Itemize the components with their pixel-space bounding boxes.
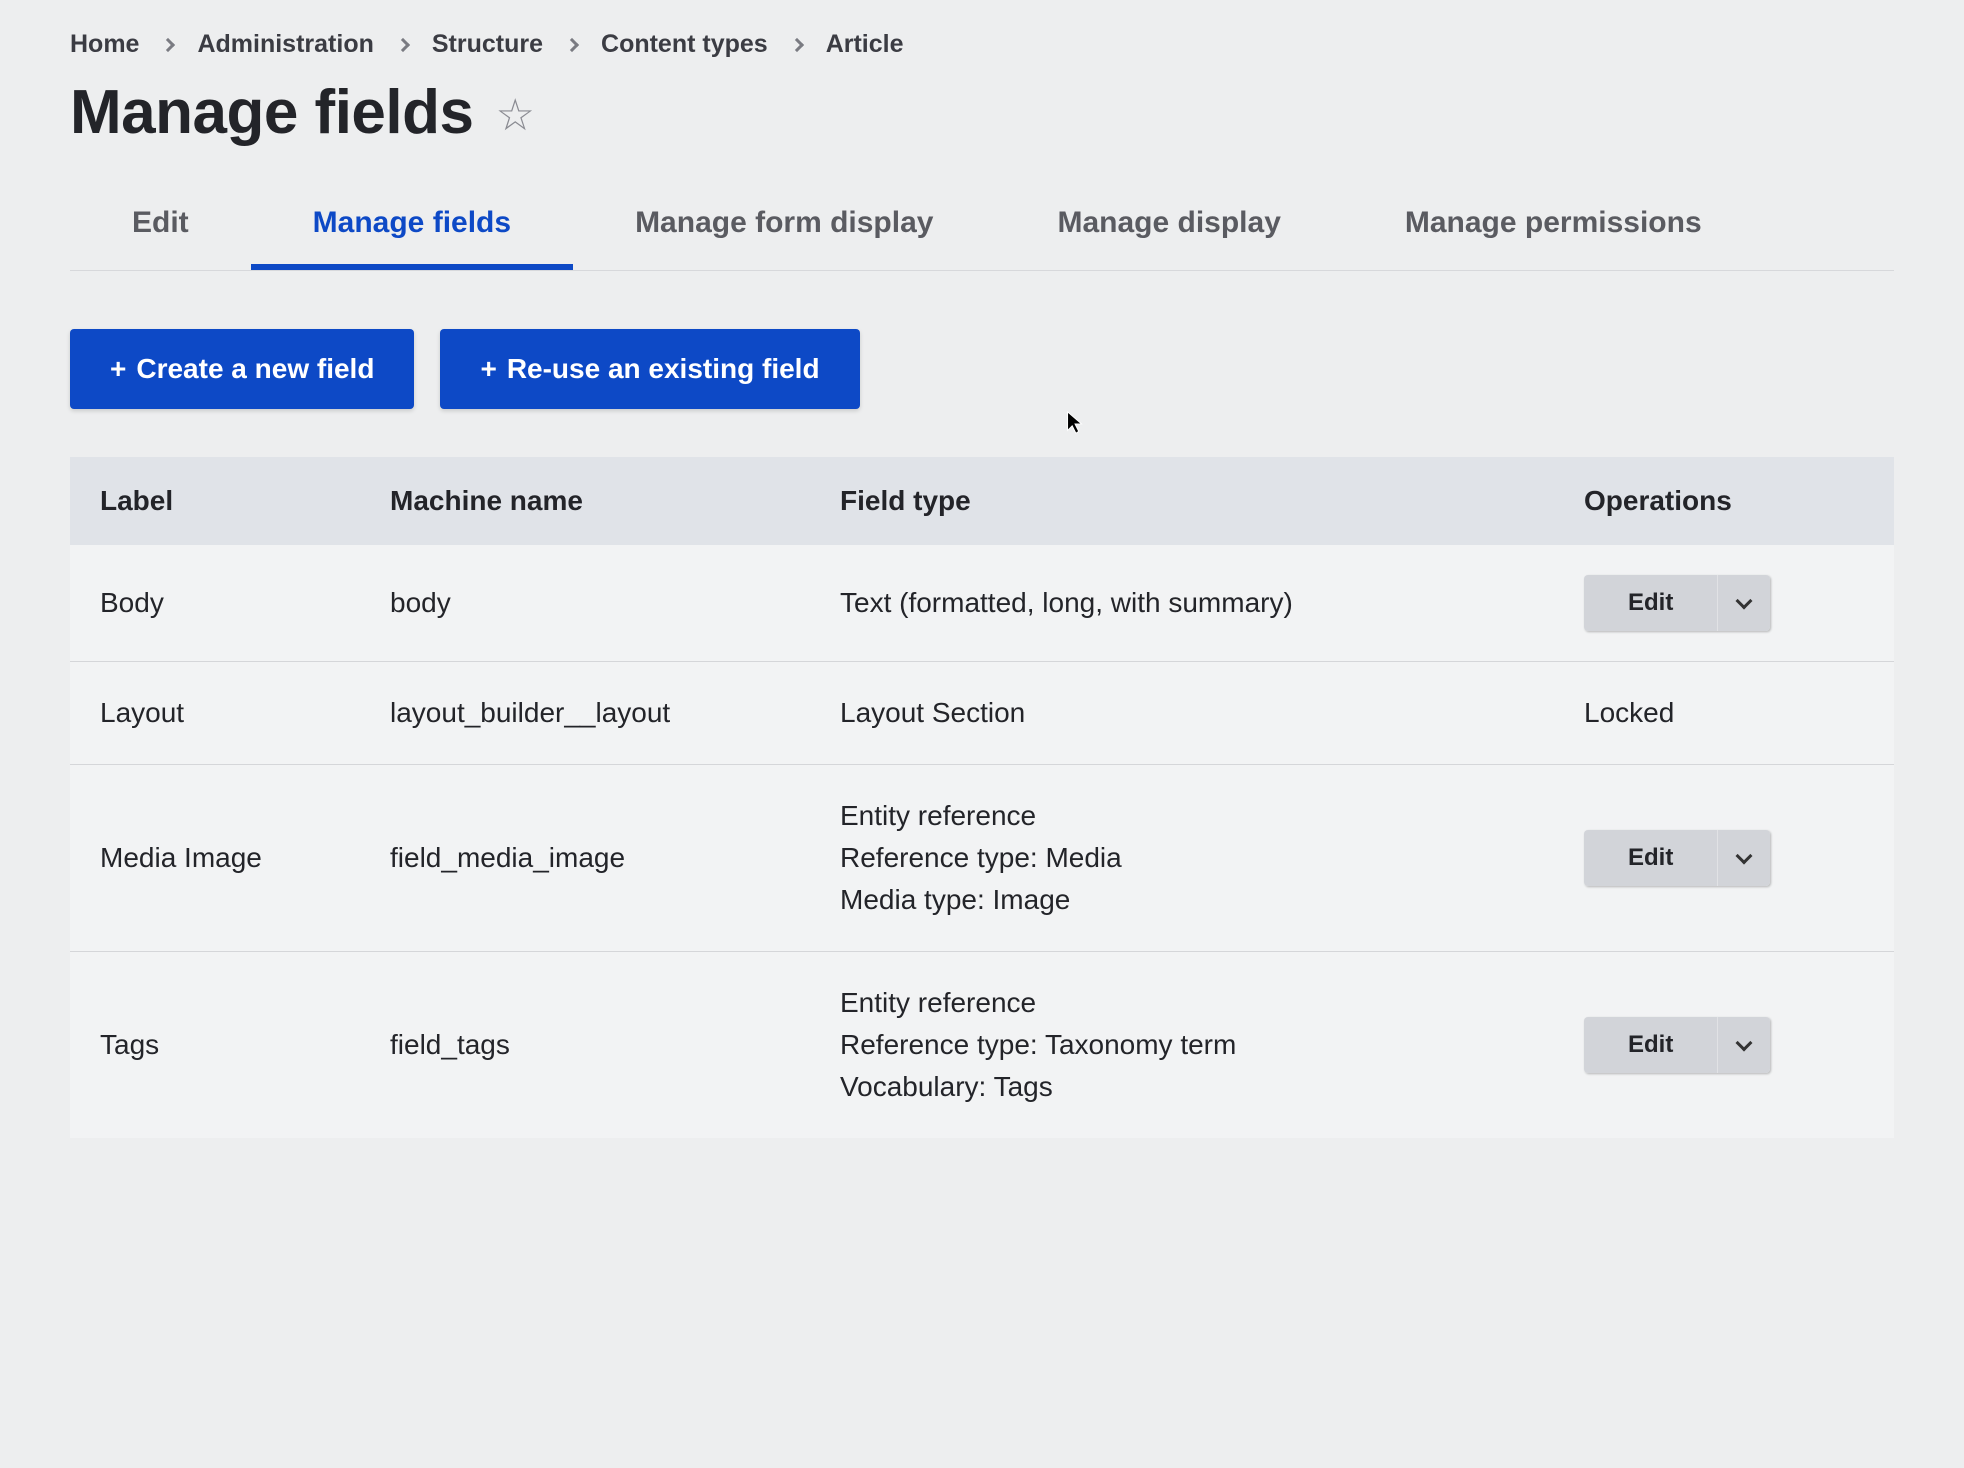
reuse-existing-field-button[interactable]: + Re-use an existing field (440, 329, 859, 409)
tab-manage-fields[interactable]: Manage fields (251, 192, 573, 270)
field-type-line: Media type: Image (840, 879, 1524, 921)
table-row: Bodybody Text (formatted, long, with summ… (70, 545, 1894, 662)
tab-manage-form-display[interactable]: Manage form display (573, 192, 995, 270)
breadcrumb-structure[interactable]: Structure (432, 30, 543, 59)
field-type-line: Entity reference (840, 795, 1524, 837)
field-type-line: Layout Section (840, 692, 1524, 734)
cell-label: Body (70, 545, 360, 662)
breadcrumb-article[interactable]: Article (826, 30, 904, 59)
action-buttons: + Create a new field + Re-use an existin… (70, 329, 1894, 409)
field-type-line: Vocabulary: Tags (840, 1066, 1524, 1108)
breadcrumb-administration[interactable]: Administration (197, 30, 373, 59)
operations-dropbutton: Edit (1584, 575, 1770, 631)
create-new-field-label: Create a new field (136, 353, 374, 385)
mouse-cursor-icon (1065, 410, 1085, 436)
chevron-down-icon (1736, 1035, 1753, 1052)
table-header-row: Label Machine name Field type Operations (70, 457, 1894, 545)
cell-operations: Edit (1554, 545, 1894, 662)
chevron-right-icon (565, 38, 579, 52)
chevron-right-icon (161, 38, 175, 52)
cell-field-type: Entity referenceReference type: MediaMed… (810, 765, 1554, 952)
tab-edit[interactable]: Edit (70, 192, 251, 270)
title-row: Manage fields ☆ (70, 77, 1894, 148)
cell-machine-name: field_media_image (360, 765, 810, 952)
tab-manage-permissions[interactable]: Manage permissions (1343, 192, 1764, 270)
cell-label: Layout (70, 662, 360, 765)
dropbutton-toggle[interactable] (1718, 830, 1770, 886)
operations-dropbutton: Edit (1584, 830, 1770, 886)
cell-machine-name: layout_builder__layout (360, 662, 810, 765)
field-type-line: Reference type: Media (840, 837, 1524, 879)
edit-button[interactable]: Edit (1584, 830, 1718, 886)
chevron-down-icon (1736, 848, 1753, 865)
field-type-line: Entity reference (840, 982, 1524, 1024)
th-operations[interactable]: Operations (1554, 457, 1894, 545)
chevron-right-icon (790, 38, 804, 52)
cell-operations: Edit (1554, 765, 1894, 952)
operations-dropbutton: Edit (1584, 1017, 1770, 1073)
reuse-existing-field-label: Re-use an existing field (507, 353, 820, 385)
field-type-line: Reference type: Taxonomy term (840, 1024, 1524, 1066)
cell-operations: Locked (1554, 662, 1894, 765)
cell-label: Media Image (70, 765, 360, 952)
th-label[interactable]: Label (70, 457, 360, 545)
locked-text: Locked (1584, 697, 1674, 728)
table-row: Media Imagefield_media_imageEntity refer… (70, 765, 1894, 952)
cell-field-type: Layout Section (810, 662, 1554, 765)
dropbutton-toggle[interactable] (1718, 575, 1770, 631)
cell-machine-name: body (360, 545, 810, 662)
tab-manage-display[interactable]: Manage display (995, 192, 1342, 270)
table-row: Tagsfield_tagsEntity referenceReference … (70, 952, 1894, 1139)
plus-icon: + (110, 353, 126, 385)
page-root: Home Administration Structure Content ty… (0, 0, 1964, 1468)
field-type-line: Text (formatted, long, with summary) (840, 582, 1524, 624)
breadcrumb: Home Administration Structure Content ty… (70, 30, 1894, 59)
th-machine-name[interactable]: Machine name (360, 457, 810, 545)
dropbutton-toggle[interactable] (1718, 1017, 1770, 1073)
cell-operations: Edit (1554, 952, 1894, 1139)
cell-field-type: Entity referenceReference type: Taxonomy… (810, 952, 1554, 1139)
tabs: Edit Manage fields Manage form display M… (70, 192, 1894, 271)
breadcrumb-content-types[interactable]: Content types (601, 30, 768, 59)
breadcrumb-home[interactable]: Home (70, 30, 139, 59)
th-field-type[interactable]: Field type (810, 457, 1554, 545)
edit-button[interactable]: Edit (1584, 1017, 1718, 1073)
plus-icon: + (480, 353, 496, 385)
chevron-right-icon (396, 38, 410, 52)
star-favorite-icon[interactable]: ☆ (496, 90, 535, 141)
chevron-down-icon (1736, 593, 1753, 610)
page-title: Manage fields (70, 77, 474, 148)
cell-label: Tags (70, 952, 360, 1139)
cell-field-type: Text (formatted, long, with summary) (810, 545, 1554, 662)
create-new-field-button[interactable]: + Create a new field (70, 329, 414, 409)
fields-table: Label Machine name Field type Operations… (70, 457, 1894, 1138)
cell-machine-name: field_tags (360, 952, 810, 1139)
edit-button[interactable]: Edit (1584, 575, 1718, 631)
table-row: Layoutlayout_builder__layout Layout Secti… (70, 662, 1894, 765)
